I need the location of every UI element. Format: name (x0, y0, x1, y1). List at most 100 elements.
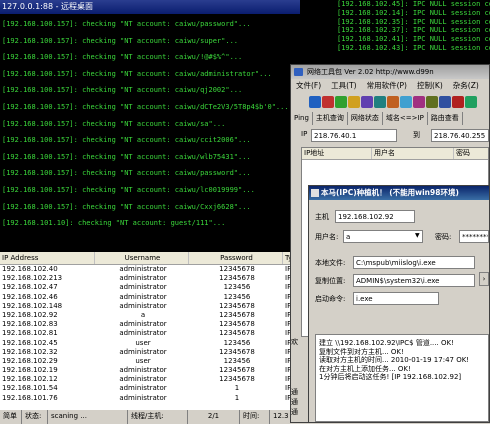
session-log-panel: [192.168.102.45]: IPC NULL session conne… (300, 0, 490, 70)
toolbar-button-icon[interactable] (465, 96, 477, 108)
ip-label: IP (301, 130, 308, 138)
tab-route[interactable]: 路由查看 (428, 112, 463, 125)
col-ip[interactable]: IP地址 (302, 148, 372, 159)
ip-to-input[interactable]: 218.76.40.255 (431, 129, 489, 142)
cell-password: 12345678 (219, 274, 255, 283)
status-value: scaning ... (48, 410, 128, 424)
menu-tools[interactable]: 工具(T) (326, 80, 361, 92)
table-row[interactable]: 192.168.102.40administrator12345678IPC (0, 265, 300, 274)
tab-host-query[interactable]: 主机查询 (313, 112, 348, 125)
terminal-line: [192.168.100.157]: checking "NT account:… (2, 102, 289, 111)
table-row[interactable]: 192.168.101.76administrator1IPC (0, 394, 300, 403)
toolbar-button-icon[interactable] (439, 96, 451, 108)
log-line: [192.168.102.37]: IPC NULL session conne… (337, 26, 490, 35)
browse-button[interactable]: › (479, 272, 489, 286)
log-line: [192.168.102.35]: IPC NULL session conne… (337, 17, 490, 26)
log-line: 读取对方主机的时间... 2010-01-19 17:47 OK! (319, 356, 470, 364)
cell-password: 123456 (223, 283, 251, 292)
cell-password: 12345678 (219, 375, 255, 384)
threads-label: 线程/主机: (128, 410, 188, 424)
password-input[interactable]: ******** (459, 230, 489, 243)
cell-username: administrator (119, 320, 167, 329)
ipc-planter-dialog[interactable]: 本马(IPC)种植机！ (不能用win98环境) 主机 192.168.102.… (308, 185, 490, 423)
menu-control[interactable]: 控制(K) (412, 80, 448, 92)
table-row[interactable]: 192.168.102.83administrator12345678IPC (0, 320, 300, 329)
table-row[interactable]: 192.168.102.12administrator12345678IPC (0, 375, 300, 384)
table-row[interactable]: 192.168.102.32administrator12345678IPC (0, 348, 300, 357)
toolbar-button-icon[interactable] (413, 96, 425, 108)
cell-ip: 192.168.102.12 (2, 375, 58, 384)
col-password[interactable]: Password (189, 252, 283, 264)
cell-username: administrator (119, 301, 167, 310)
copy-location-input[interactable]: ADMIN$\system32\i.exe (353, 274, 475, 287)
ip-from-input[interactable]: 218.76.40.1 (311, 129, 397, 142)
table-row[interactable]: 192.168.102.81administrator12345678IPC (0, 329, 300, 338)
status-bar: 简单 状态: scaning ... 线程/主机: 2/1 时间: 12.3 m (0, 409, 300, 424)
menu-misc[interactable]: 杂务(Z) (448, 80, 484, 92)
toolbar-button-icon[interactable] (452, 96, 464, 108)
table-row[interactable]: 192.168.102.45user123456IPC (0, 339, 300, 348)
chevron-down-icon[interactable]: ▼ (415, 232, 420, 239)
terminal-line: [192.168.100.157]: checking "NT account:… (2, 36, 239, 45)
table-row[interactable]: 192.168.101.54administrator1IPC (0, 384, 300, 393)
table-row[interactable]: 192.168.102.47administrator123456IPC (0, 283, 300, 292)
cell-username: user (135, 356, 151, 365)
col-ip-address[interactable]: IP Address (0, 252, 95, 264)
terminal-line: [192.168.100.157]: checking "NT account:… (2, 136, 251, 145)
toolbar-button-icon[interactable] (322, 96, 334, 108)
col-user[interactable]: 用户名 (372, 148, 454, 159)
table-row[interactable]: 192.168.102.29user123456IPC (0, 357, 300, 366)
log-line: [192.168.102.14]: IPC NULL session conne… (337, 8, 490, 17)
menu-software[interactable]: 常用软件(P) (362, 80, 412, 92)
host-label: 主机 (315, 213, 329, 221)
terminal-window: 127.0.0.1:88 - 远程桌面 [192.168.100.157]: c… (0, 0, 300, 252)
terminal-line: [192.168.100.157]: checking "NT account:… (2, 119, 226, 128)
cell-username: administrator (119, 366, 167, 375)
col-username[interactable]: Username (95, 252, 189, 264)
cell-ip: 192.168.102.92 (2, 310, 58, 319)
tool-menubar: 文件(F) 工具(T) 常用软件(P) 控制(K) 杂务(Z) (291, 80, 489, 92)
results-table[interactable]: IP Address Username Password Type 192.16… (0, 252, 300, 409)
cell-ip: 192.168.102.45 (2, 338, 58, 347)
cell-username: administrator (119, 384, 167, 393)
cell-password: 12345678 (219, 265, 255, 273)
terminal-line: [192.168.100.157]: checking "NT account:… (2, 20, 251, 28)
toolbar-button-icon[interactable] (387, 96, 399, 108)
cell-ip: 192.168.102.47 (2, 283, 58, 292)
host-input[interactable]: 192.168.102.92 (335, 210, 415, 223)
cell-password: 12345678 (219, 347, 255, 356)
cell-password: 123456 (223, 356, 251, 365)
toolbar-button-icon[interactable] (309, 96, 321, 108)
toolbar-button-icon[interactable] (374, 96, 386, 108)
toolbar-button-icon[interactable] (348, 96, 360, 108)
menu-file[interactable]: 文件(F) (291, 80, 326, 92)
table-row[interactable]: 192.168.102.92a12345678IPC (0, 311, 300, 320)
local-file-label: 本地文件: (315, 259, 346, 267)
toolbar-button-icon[interactable] (426, 96, 438, 108)
tab-net-status[interactable]: 网络状态 (348, 112, 383, 125)
toolbar-button-icon[interactable] (335, 96, 347, 108)
log-line: [192.168.102.43]: IPC NULL session conne… (337, 43, 490, 52)
cell-username: administrator (119, 329, 167, 338)
terminal-line: [192.168.100.157]: checking "NT account:… (2, 53, 243, 62)
col-pass[interactable]: 密码 (454, 148, 488, 159)
tab-ping[interactable]: Ping (291, 112, 313, 125)
toolbar-button-icon[interactable] (400, 96, 412, 108)
tab-dns[interactable]: 域名<=>IP (383, 112, 428, 125)
table-row[interactable]: 192.168.102.148administrator12345678IPC (0, 302, 300, 311)
toolbar-button-icon[interactable] (361, 96, 373, 108)
cell-username: a (140, 310, 146, 319)
start-cmd-input[interactable]: i.exe (353, 292, 439, 305)
tool-title: 网络工具包 Ver 2.02 http://www.d99n (291, 65, 489, 79)
cell-ip: 192.168.102.46 (2, 292, 58, 301)
username-input[interactable]: a (343, 230, 423, 243)
table-row[interactable]: 192.168.102.213administrator12345678IPC (0, 274, 300, 283)
cell-password: 12345678 (219, 366, 255, 375)
table-row[interactable]: 192.168.102.46administrator123456IPC (0, 293, 300, 302)
log-line: [192.168.102.45]: IPC NULL session conne… (337, 0, 490, 8)
table-row[interactable]: 192.168.102.19administrator12345678IPC (0, 366, 300, 375)
cell-username: user (135, 338, 151, 347)
cell-ip: 192.168.102.81 (2, 329, 58, 338)
local-file-input[interactable]: C:\mspub\miislog\i.exe (353, 256, 475, 269)
cell-password: 123456 (223, 292, 251, 301)
